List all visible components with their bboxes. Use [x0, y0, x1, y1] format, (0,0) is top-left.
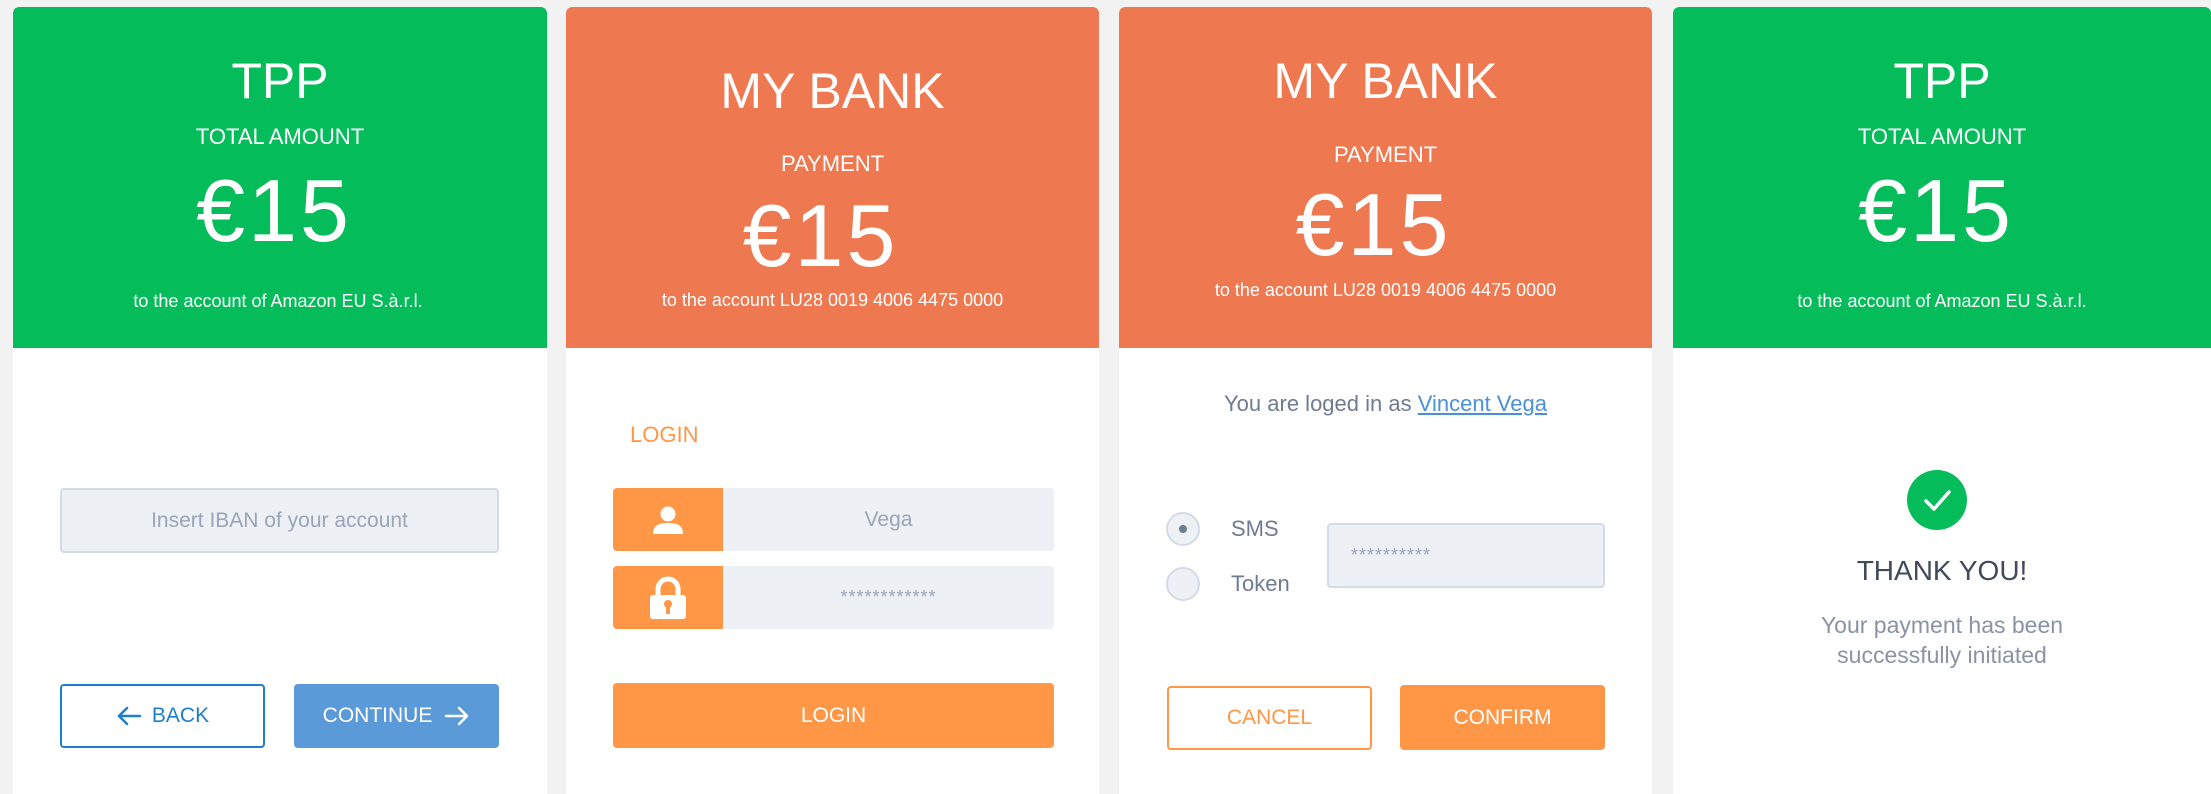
login-section-label: LOGIN — [630, 422, 699, 447]
bank-confirm-panel: MY BANK PAYMENT €15 to the account LU28 … — [1119, 7, 1652, 794]
continue-button[interactable]: CONTINUE — [294, 684, 499, 748]
sms-label: SMS — [1231, 516, 1279, 541]
success-message: Your payment has been successfully initi… — [1673, 610, 2211, 670]
username-value: Vega — [864, 507, 913, 531]
logged-in-message: You are loged in as Vincent Vega — [1119, 391, 1652, 417]
arrow-left-icon — [117, 706, 142, 726]
recipient-account: to the account LU28 0019 4006 4475 0000 — [661, 290, 1004, 310]
password-input[interactable]: ************ — [723, 566, 1054, 629]
recipient-account: to the account of Amazon EU S.à.r.l. — [1797, 291, 2087, 311]
back-label: BACK — [151, 704, 210, 727]
amount: €15 — [1858, 161, 2014, 260]
password-value: ************ — [840, 587, 937, 607]
cancel-button[interactable]: CANCEL — [1167, 686, 1372, 750]
confirm-label: CONFIRM — [1453, 705, 1552, 729]
panel-title: MY BANK — [1273, 53, 1498, 109]
amount: €15 — [1295, 175, 1452, 274]
user-icon — [653, 506, 683, 534]
bank-header: MY BANK PAYMENT €15 to the account LU28 … — [1119, 7, 1652, 348]
token-label: Token — [1231, 571, 1290, 596]
tpp-header: TPP TOTAL AMOUNT €15 to the account of A… — [13, 7, 547, 348]
thank-you-heading: THANK YOU! — [1856, 555, 2028, 586]
user-link[interactable]: Vincent Vega — [1418, 391, 1547, 416]
checkmark-icon — [1907, 470, 1967, 530]
bank-header: MY BANK PAYMENT €15 to the account LU28 … — [566, 7, 1099, 348]
logged-in-text: You are loged in as — [1224, 391, 1418, 416]
recipient-account: to the account LU28 0019 4006 4475 0000 — [1214, 280, 1557, 300]
arrow-right-icon — [445, 706, 469, 726]
bank-login-panel: MY BANK PAYMENT €15 to the account LU28 … — [566, 7, 1099, 794]
total-amount-label: TOTAL AMOUNT — [1857, 124, 2027, 149]
lock-icon — [650, 576, 686, 619]
payment-label: PAYMENT — [1333, 142, 1438, 167]
otp-code-value: ********** — [1351, 545, 1432, 565]
tpp-iban-panel: TPP TOTAL AMOUNT €15 to the account of A… — [13, 7, 547, 794]
success-message-line2: successfully initiated — [1837, 642, 2047, 668]
user-icon-box — [613, 488, 723, 551]
recipient-account: to the account of Amazon EU S.à.r.l. — [133, 291, 423, 311]
tpp-header: TPP TOTAL AMOUNT €15 to the account of A… — [1673, 7, 2211, 348]
amount: €15 — [742, 186, 899, 285]
lock-icon-box — [613, 566, 723, 629]
continue-label: CONTINUE — [322, 704, 433, 727]
login-button[interactable]: LOGIN — [613, 683, 1054, 748]
panel-title: TPP — [1893, 53, 1991, 109]
panel-title: TPP — [231, 53, 329, 109]
sms-radio[interactable] — [1166, 512, 1200, 546]
payment-label: PAYMENT — [780, 151, 885, 176]
panel-title: MY BANK — [720, 63, 945, 119]
success-message-line1: Your payment has been — [1820, 612, 2064, 638]
total-amount-label: TOTAL AMOUNT — [195, 124, 365, 149]
iban-input[interactable]: Insert IBAN of your account — [60, 488, 499, 553]
login-button-label: LOGIN — [800, 703, 867, 727]
cancel-label: CANCEL — [1226, 706, 1313, 729]
username-input[interactable]: Vega — [723, 488, 1054, 551]
amount: €15 — [196, 161, 352, 260]
iban-placeholder: Insert IBAN of your account — [151, 508, 408, 532]
token-radio[interactable] — [1166, 567, 1200, 601]
radio-selected-dot — [1179, 525, 1187, 533]
otp-code-input[interactable]: ********** — [1327, 523, 1605, 588]
confirm-button[interactable]: CONFIRM — [1400, 685, 1605, 750]
tpp-success-panel: TPP TOTAL AMOUNT €15 to the account of A… — [1673, 7, 2211, 794]
back-button[interactable]: BACK — [60, 684, 265, 748]
